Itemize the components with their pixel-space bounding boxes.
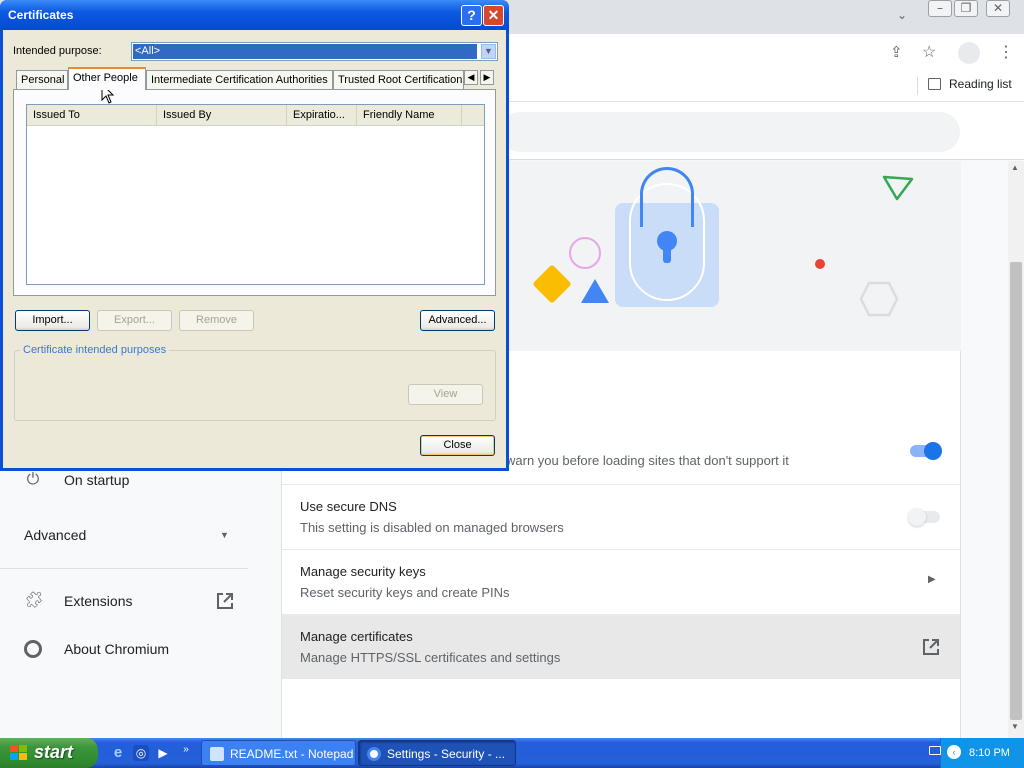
internet-explorer-icon[interactable]: e [110,745,126,761]
restore-button[interactable]: ❐ [954,0,978,17]
settings-row-secure-dns[interactable]: Use secure DNS This setting is disabled … [282,484,960,549]
tab-search-chevron-icon[interactable]: ⌄ [897,8,907,22]
reading-list-icon [928,78,941,90]
intended-purpose-select[interactable]: <All> ▼ [131,42,498,61]
tab-other-people[interactable]: Other People [68,67,146,90]
dropdown-arrow-icon[interactable]: ▼ [481,44,496,59]
intended-purpose-value: <All> [133,44,477,59]
play-icon[interactable]: ▶ [155,745,171,761]
page-scroll-thumb[interactable] [1010,262,1022,720]
taskbar-button-notepad[interactable]: README.txt - Notepad [201,740,356,766]
security-keys-description: Reset security keys and create PINs [300,585,510,600]
chevron-right-icon: ▶ [928,574,936,585]
minimize-button[interactable]: – [928,0,952,17]
sidebar-divider [0,568,248,569]
tab-scroll-right-button[interactable]: ▶ [480,70,494,85]
lock-shackle-illustration [640,167,694,227]
close-window-button[interactable]: ✕ [986,0,1010,17]
green-triangle-outline-shape [882,175,914,201]
settings-row-security-keys[interactable]: Manage security keys Reset security keys… [282,549,960,614]
help-button[interactable]: ? [461,5,482,26]
share-icon[interactable]: ⇪ [890,43,903,61]
certificate-list[interactable]: Issued To Issued By Expiratio... Friendl… [26,104,485,285]
pink-circle-shape [569,237,601,269]
system-tray: ‹ 8:10 PM [929,738,1024,768]
reading-list-label: Reading list [949,77,1012,91]
external-link-icon [217,593,233,609]
certificate-list-header: Issued To Issued By Expiratio... Friendl… [27,105,484,126]
menu-kebab-icon[interactable]: ⋮ [998,42,1014,62]
secure-dns-toggle[interactable] [908,508,942,526]
profile-avatar-icon[interactable] [958,42,980,64]
caret-down-icon: ▼ [220,530,229,540]
scroll-up-arrow-icon[interactable]: ▲ [1011,163,1019,172]
advanced-button[interactable]: Advanced... [420,310,495,331]
clock[interactable]: 8:10 PM [969,747,1010,759]
sidebar-label-advanced: Advanced [24,527,87,543]
intended-purpose-label: Intended purpose: [13,45,102,57]
column-issued-to[interactable]: Issued To [27,105,157,125]
taskbar-button-chromium[interactable]: Settings - Security - ... [358,740,516,766]
blue-triangle-shape [581,279,609,303]
close-button[interactable]: Close [420,435,495,456]
view-button[interactable]: View [408,384,483,405]
sidebar-item-extensions[interactable]: 🧩︎ Extensions [24,592,234,610]
keyslot-illustration [663,243,671,263]
remove-button[interactable]: Remove [179,310,254,331]
start-label: start [34,742,74,762]
puzzle-piece-icon: 🧩︎ [24,592,45,609]
chromium-icon [367,747,381,761]
column-friendly-name[interactable]: Friendly Name [357,105,462,125]
windows-taskbar: start e ◎ ▶ » README.txt - Notepad Setti… [0,738,1024,768]
column-expiration[interactable]: Expiratio... [287,105,357,125]
certificate-purposes-label: Certificate intended purposes [20,344,170,356]
dialog-title: Certificates [8,8,74,22]
export-button[interactable]: Export... [97,310,172,331]
manage-certificates-title: Manage certificates [300,629,413,644]
tab-pane: Issued To Issued By Expiratio... Friendl… [13,89,496,296]
notepad-icon [210,747,224,761]
tab-intermediate-ca[interactable]: Intermediate Certification Authorities [146,70,333,89]
certificates-dialog: Certificates ? ✕ Intended purpose: <All>… [0,0,509,471]
tab-personal[interactable]: Personal [16,70,68,89]
sidebar-item-advanced[interactable]: Advanced ▼ [24,527,229,543]
dialog-close-x-button[interactable]: ✕ [483,5,504,26]
external-link-icon [923,639,939,655]
sidebar-item-on-startup[interactable]: ⏻ On startup [24,471,130,489]
sidebar-label-extensions: Extensions [64,593,133,609]
keyboard-icon[interactable] [929,746,941,755]
tab-scroll-left-button[interactable]: ◀ [464,70,478,85]
settings-search-input[interactable] [500,112,960,152]
chromium-logo-icon [24,640,42,658]
reading-list-button[interactable]: Reading list [928,77,1012,91]
https-only-description: warn you before loading sites that don't… [506,453,789,468]
secure-dns-title: Use secure DNS [300,499,397,514]
manage-certificates-description: Manage HTTPS/SSL certificates and settin… [300,650,561,665]
windows-flag-icon [10,745,27,760]
power-icon: ⏻ [26,471,40,488]
grey-hexagon-outline-shape [859,281,899,317]
import-button[interactable]: Import... [15,310,90,331]
security-keys-title: Manage security keys [300,564,426,579]
taskbar-label-chromium: Settings - Security - ... [387,747,506,761]
secure-dns-description: This setting is disabled on managed brow… [300,520,564,535]
sidebar-label-about: About Chromium [64,641,170,657]
bookmark-star-icon[interactable]: ☆ [922,42,936,62]
taskbar-label-notepad: README.txt - Notepad [230,747,354,761]
media-player-icon[interactable]: ◎ [133,745,149,761]
settings-row-manage-certificates[interactable]: Manage certificates Manage HTTPS/SSL cer… [282,614,960,679]
dialog-client-area: Intended purpose: <All> ▼ Personal Other… [3,30,506,468]
dialog-title-bar[interactable]: Certificates ? ✕ [0,0,509,30]
tab-trusted-root-ca[interactable]: Trusted Root Certification [333,70,464,89]
scroll-down-arrow-icon[interactable]: ▼ [1011,722,1019,731]
red-dot-shape [815,259,825,269]
yellow-diamond-shape [532,264,572,304]
sidebar-label-on-startup: On startup [64,472,130,488]
column-issued-by[interactable]: Issued By [157,105,287,125]
tray-expand-icon[interactable]: ‹ [947,745,961,759]
sidebar-item-about-chromium[interactable]: About Chromium [24,640,169,658]
https-only-toggle[interactable] [910,442,942,460]
quicklaunch-expand-icon[interactable]: » [178,742,194,758]
start-button[interactable]: start [0,738,98,768]
